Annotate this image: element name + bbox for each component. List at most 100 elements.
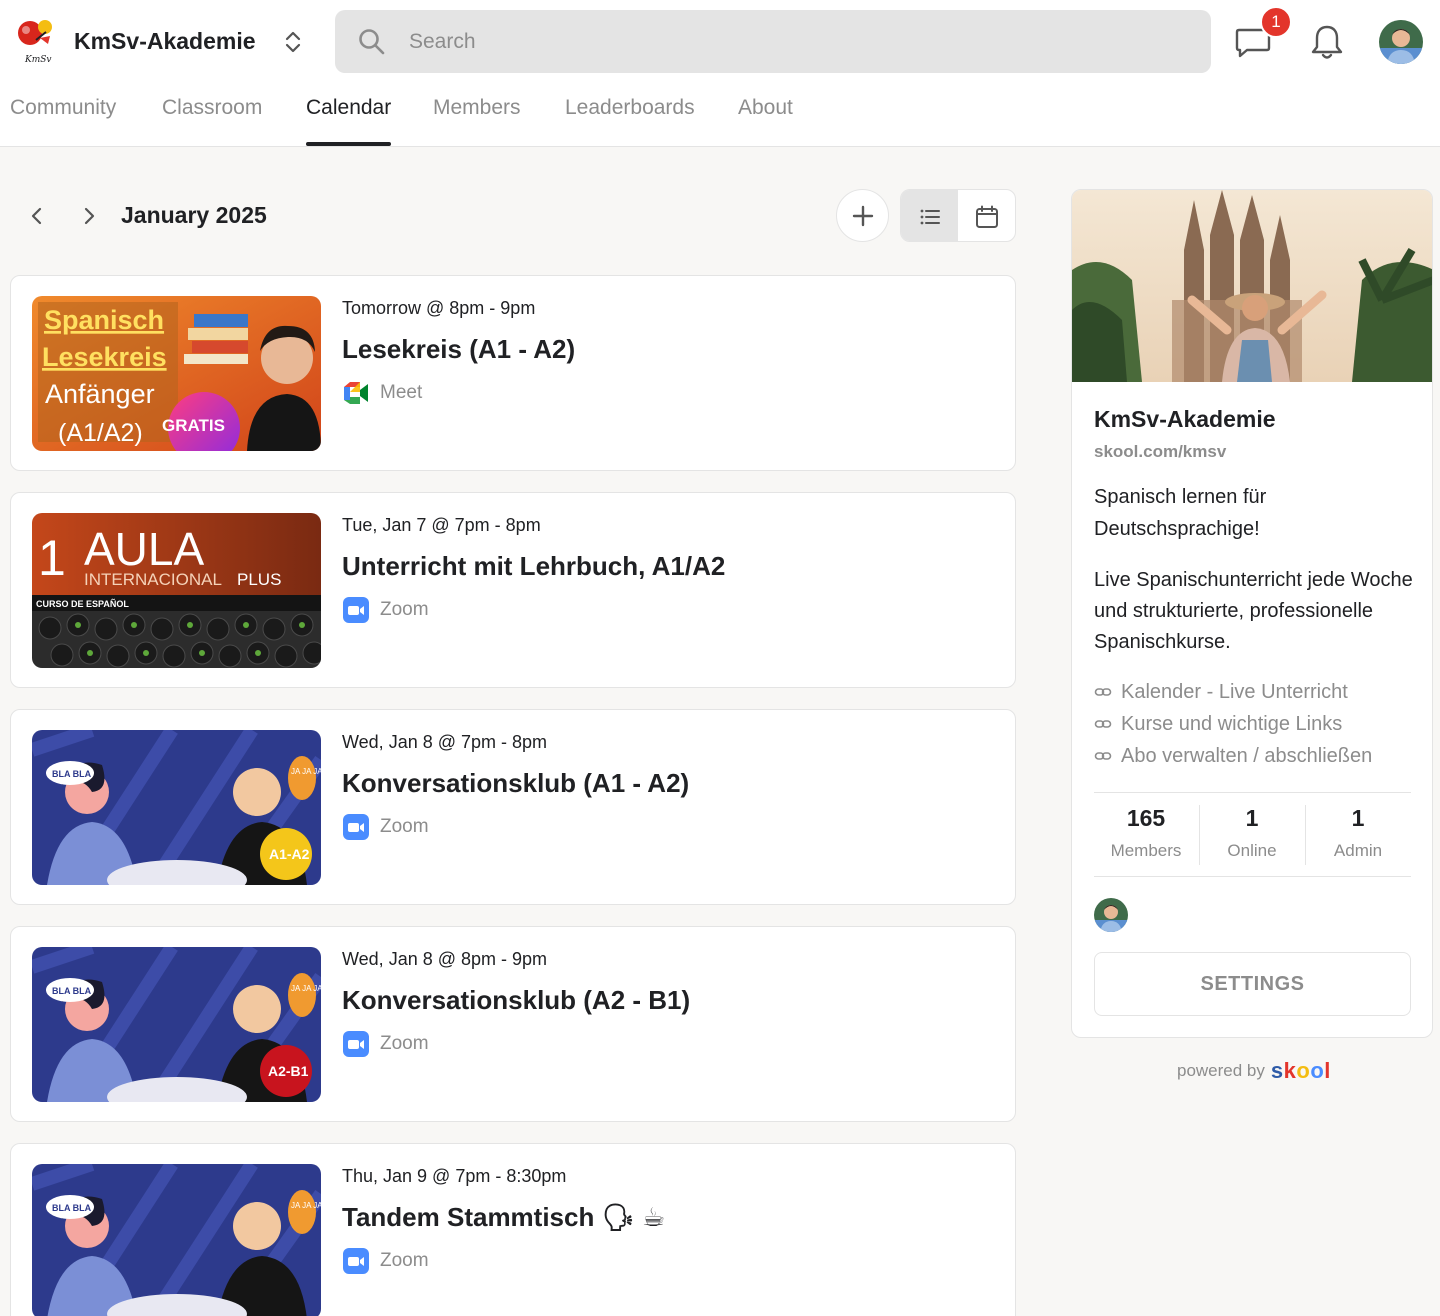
event-card[interactable]: 1 AULA INTERNACIONAL PLUS CURSO DE ESPAÑ… <box>10 492 1016 688</box>
svg-text:1: 1 <box>38 530 66 586</box>
group-url[interactable]: skool.com/kmsv <box>1094 442 1226 462</box>
stat-value: 1 <box>1245 805 1259 831</box>
svg-text:A1-A2: A1-A2 <box>269 846 310 862</box>
chat-unread-badge: 1 <box>1260 6 1292 38</box>
event-location[interactable]: Meet <box>342 380 422 406</box>
chevron-right-icon <box>84 207 95 225</box>
month-label: January 2025 <box>121 202 267 228</box>
zoom-icon <box>343 597 369 623</box>
search-icon <box>359 29 385 55</box>
svg-text:CURSO DE ESPAÑOL: CURSO DE ESPAÑOL <box>36 599 129 609</box>
event-title[interactable]: Unterricht mit Lehrbuch, A1/A2 <box>342 551 725 582</box>
group-link-label: Kurse und wichtige Links <box>1121 712 1343 735</box>
tab-community[interactable]: Community <box>10 96 116 120</box>
powered-by-text: powered by <box>1177 1061 1265 1080</box>
chevron-left-icon <box>31 207 42 225</box>
group-name[interactable]: KmSv-Akademie <box>74 28 256 55</box>
event-title[interactable]: Konversationsklub (A1 - A2) <box>342 768 689 799</box>
link-icon <box>1094 720 1112 728</box>
event-card[interactable]: BLA BLA JA JA JA Thu, Jan 9 @ 7pm - 8:30… <box>10 1143 1016 1316</box>
prev-month-button[interactable] <box>21 200 53 232</box>
zoom-icon <box>343 1031 369 1057</box>
link-icon <box>1094 752 1112 760</box>
user-avatar[interactable] <box>1379 20 1423 64</box>
stat-label: Online <box>1227 841 1277 860</box>
event-title[interactable]: Tandem Stammtisch 🗣 ☕ <box>342 1202 665 1233</box>
event-time: Tue, Jan 7 @ 7pm - 8pm <box>342 515 541 535</box>
admin-avatar[interactable] <box>1094 898 1128 932</box>
group-tagline: Spanisch lernen für Deutschsprachige! <box>1094 486 1267 540</box>
group-cover-image <box>1072 190 1432 382</box>
svg-text:AULA: AULA <box>84 523 204 575</box>
stat-label: Admin <box>1333 841 1383 860</box>
event-location[interactable]: Zoom <box>342 814 429 840</box>
event-location[interactable]: Zoom <box>342 1031 429 1057</box>
event-card[interactable]: Spanisch Lesekreis Anfänger (A1/A2) GRAT… <box>10 275 1016 471</box>
tab-calendar[interactable]: Calendar <box>306 96 391 120</box>
tab-members[interactable]: Members <box>433 96 521 120</box>
event-time: Wed, Jan 8 @ 8pm - 9pm <box>342 949 548 969</box>
group-link[interactable]: Kurse und wichtige Links <box>1094 709 1342 739</box>
svg-text:(A1/A2): (A1/A2) <box>58 419 143 447</box>
event-thumbnail: BLA BLA JA JA JA A1-A2 <box>32 730 321 885</box>
event-card[interactable]: BLA BLA JA JA JA A1-A2 Wed, Jan 8 @ 7pm … <box>10 709 1016 905</box>
event-title[interactable]: Konversationsklub (A2 - B1) <box>342 985 690 1016</box>
group-link[interactable]: Abo verwalten / abschließen <box>1094 741 1372 771</box>
calendar-view-toggle <box>900 189 1016 242</box>
group-logo-icon[interactable]: KmSv <box>12 16 60 64</box>
zoom-icon <box>343 1248 369 1274</box>
group-switcher-chevron-icon[interactable] <box>281 26 305 58</box>
svg-text:JA JA JA: JA JA JA <box>291 984 321 993</box>
divider <box>1094 876 1411 877</box>
stat-online[interactable]: 1 Online <box>1200 805 1304 861</box>
divider <box>1094 792 1411 793</box>
stat-label: Members <box>1110 841 1182 860</box>
svg-text:BLA BLA: BLA BLA <box>52 986 92 996</box>
svg-text:Lesekreis: Lesekreis <box>42 342 167 372</box>
settings-button[interactable]: SETTINGS <box>1094 952 1411 1016</box>
svg-text:Anfänger: Anfänger <box>45 379 155 409</box>
svg-text:Spanisch: Spanisch <box>44 305 164 335</box>
stat-value: 1 <box>1351 805 1365 831</box>
svg-text:GRATIS: GRATIS <box>162 416 225 435</box>
stat-admin[interactable]: 1 Admin <box>1306 805 1410 861</box>
svg-text:PLUS: PLUS <box>237 570 281 589</box>
stat-members[interactable]: 165 Members <box>1094 805 1198 861</box>
month-view-button[interactable] <box>958 190 1015 241</box>
group-link[interactable]: Kalender - Live Unterricht <box>1094 677 1348 707</box>
event-location[interactable]: Zoom <box>342 1248 429 1274</box>
group-link-label: Abo verwalten / abschließen <box>1121 744 1373 767</box>
event-thumbnail: BLA BLA JA JA JA A2-B1 <box>32 947 321 1102</box>
calendar-icon <box>975 205 998 228</box>
top-header: KmSv KmSv-Akademie 1 Community Classroom… <box>0 0 1440 147</box>
list-icon <box>920 209 940 224</box>
platform-label: Zoom <box>380 599 429 620</box>
add-event-button[interactable] <box>836 189 889 242</box>
event-time: Wed, Jan 8 @ 7pm - 8pm <box>342 732 548 752</box>
group-description: Live Spanischunterricht jede Woche und s… <box>1094 569 1413 653</box>
next-month-button[interactable] <box>73 200 105 232</box>
svg-text:JA JA JA: JA JA JA <box>291 1201 321 1210</box>
svg-text:INTERNACIONAL: INTERNACIONAL <box>84 570 222 589</box>
event-thumbnail: Spanisch Lesekreis Anfänger (A1/A2) GRAT… <box>32 296 321 451</box>
event-thumbnail: BLA BLA JA JA JA <box>32 1164 321 1316</box>
platform-label: Zoom <box>380 1250 429 1271</box>
platform-label: Zoom <box>380 1033 429 1054</box>
platform-label: Meet <box>380 382 423 403</box>
powered-by-skool[interactable]: powered by skool <box>1177 1058 1331 1084</box>
notification-bell-icon[interactable] <box>1309 22 1345 62</box>
event-time: Thu, Jan 9 @ 7pm - 8:30pm <box>342 1166 567 1186</box>
event-location[interactable]: Zoom <box>342 597 429 623</box>
event-title[interactable]: Lesekreis (A1 - A2) <box>342 334 575 365</box>
stat-value: 165 <box>1126 805 1166 831</box>
tab-about[interactable]: About <box>738 96 793 120</box>
list-view-button[interactable] <box>901 190 958 241</box>
search-input[interactable] <box>409 10 1189 73</box>
tab-classroom[interactable]: Classroom <box>162 96 262 120</box>
tab-leaderboards[interactable]: Leaderboards <box>565 96 695 120</box>
svg-text:JA JA JA: JA JA JA <box>291 767 321 776</box>
plus-icon <box>852 205 873 226</box>
svg-text:BLA BLA: BLA BLA <box>52 1203 92 1213</box>
link-icon <box>1094 688 1112 696</box>
event-card[interactable]: BLA BLA JA JA JA A2-B1 Wed, Jan 8 @ 8pm … <box>10 926 1016 1122</box>
